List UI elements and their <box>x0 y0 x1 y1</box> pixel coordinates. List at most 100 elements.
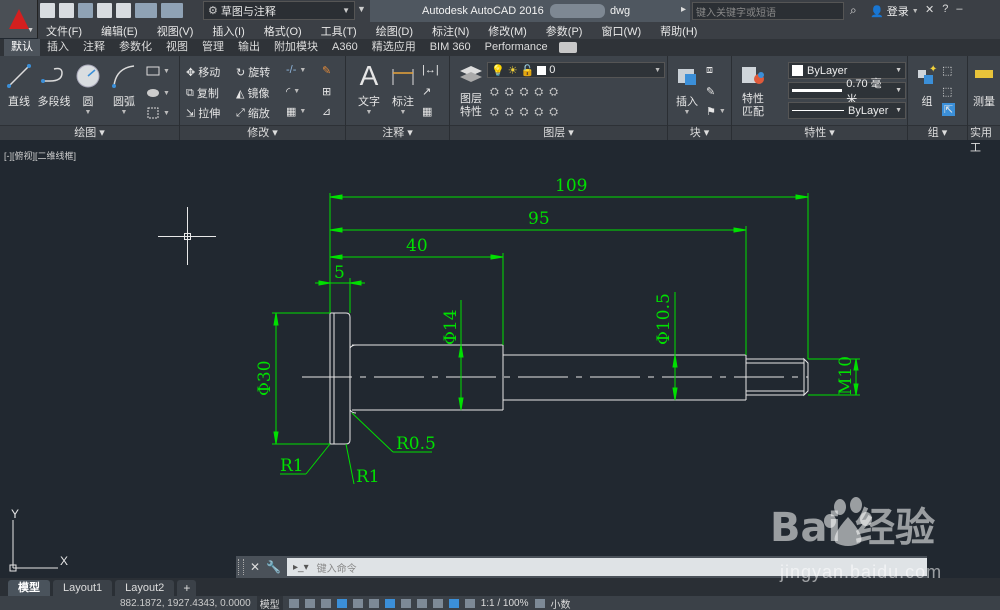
grid-icon[interactable] <box>288 598 299 608</box>
add-layout-button[interactable]: + <box>177 580 197 596</box>
tab-featured-apps[interactable]: 精选应用 <box>365 39 423 56</box>
panel-draw-title[interactable]: 绘图 ▾ <box>0 125 179 140</box>
layer-tools-row2[interactable]: ⛭⛭⛭⛭⛭ <box>490 106 564 119</box>
scale-button[interactable]: ⤢ 缩放 <box>236 105 270 121</box>
group-button[interactable]: ✦ 组 <box>908 62 946 109</box>
panel-utilities-title[interactable]: 实用工 <box>968 125 1000 154</box>
tab-model[interactable]: 模型 <box>8 580 50 596</box>
menu-draw[interactable]: 绘图(D) <box>376 23 413 39</box>
annotation-scale-value[interactable]: 1:1 / 100% <box>481 598 529 609</box>
wrench-icon[interactable]: 🔧 <box>266 560 281 574</box>
stretch-button[interactable]: ⇲ 拉伸 <box>186 105 220 121</box>
3d-osnap-icon[interactable] <box>432 598 443 608</box>
tab-a360[interactable]: A360 <box>325 39 365 56</box>
line-button[interactable]: 直线 <box>0 62 38 109</box>
lineweight-select[interactable]: 0.70 毫米 ▼ <box>788 78 906 106</box>
chevron-down-icon[interactable]: ▼ <box>400 109 407 116</box>
tab-layout1[interactable]: Layout1 <box>53 580 113 596</box>
help-search-input[interactable]: 键入关键字或短语 <box>692 2 844 20</box>
menu-file[interactable]: 文件(F) <box>46 23 82 39</box>
osnap-icon[interactable] <box>352 598 363 608</box>
offset-button[interactable]: ⊿ <box>322 105 331 118</box>
menu-insert[interactable]: 插入(I) <box>212 23 244 39</box>
menu-format[interactable]: 格式(O) <box>264 23 302 39</box>
redo-icon[interactable] <box>161 3 183 18</box>
tab-layout2[interactable]: Layout2 <box>115 580 175 596</box>
menu-view[interactable]: 视图(V) <box>157 23 194 39</box>
linear-dim-button[interactable]: |↔| <box>422 64 439 76</box>
arc-button[interactable]: 圆弧 ▼ <box>105 62 143 116</box>
tab-insert[interactable]: 插入 <box>40 39 76 56</box>
layer-select[interactable]: 💡 ☀ 🔓 0 ▼ <box>487 62 665 78</box>
chevron-down-icon[interactable]: ▼ <box>85 109 92 116</box>
measure-button[interactable]: 测量 <box>965 62 1000 109</box>
edit-block-button[interactable]: ✎ <box>706 85 715 98</box>
group-edit-button[interactable]: ⬚ <box>942 85 952 98</box>
hatch-button[interactable]: ▼ <box>146 86 170 100</box>
mirror-button[interactable]: ◭ 镜像 <box>236 85 269 101</box>
tab-performance[interactable]: Performance <box>478 39 555 56</box>
help-icon[interactable]: ? <box>942 3 948 16</box>
workspace-select[interactable]: ⚙ 草图与注释 ▼ <box>203 1 355 20</box>
ribbon-toggle-icon[interactable] <box>558 42 577 53</box>
tab-manage[interactable]: 管理 <box>195 39 231 56</box>
dimension-button[interactable]: 标注 ▼ <box>384 62 422 116</box>
copy-button[interactable]: ⧉ 复制 <box>186 85 219 101</box>
ungroup-button[interactable]: ⬚ <box>942 64 952 77</box>
annotation-monitor-icon[interactable] <box>448 598 459 608</box>
erase-button[interactable]: ✎ <box>322 64 331 77</box>
text-button[interactable]: A 文字 ▼ <box>350 60 388 116</box>
transparency-icon[interactable] <box>400 598 411 608</box>
tab-parametric[interactable]: 参数化 <box>112 39 159 56</box>
annotation-scale-icon[interactable] <box>464 598 475 608</box>
polar-icon[interactable] <box>336 598 347 608</box>
group-select-button[interactable]: ⇱ <box>942 103 956 116</box>
model-space-button[interactable]: 模型 <box>256 595 283 610</box>
leader-button[interactable]: ↗ <box>422 85 431 98</box>
close-icon[interactable]: ✕ <box>250 560 260 574</box>
menu-help[interactable]: 帮助(H) <box>660 23 697 39</box>
tab-bim360[interactable]: BIM 360 <box>423 39 478 56</box>
menu-edit[interactable]: 编辑(E) <box>101 23 138 39</box>
save-icon[interactable] <box>78 3 93 18</box>
menu-window[interactable]: 窗口(W) <box>601 23 641 39</box>
block-attr-button[interactable]: ⚑ ▼ <box>706 105 726 118</box>
insert-block-button[interactable]: 插入 ▼ <box>668 62 706 116</box>
layer-properties-button[interactable]: 图层 特性 <box>452 62 490 119</box>
panel-modify-title[interactable]: 修改 ▾ <box>180 125 345 140</box>
match-properties-button[interactable]: 特性 匹配 <box>734 62 772 119</box>
selection-cycling-icon[interactable] <box>416 598 427 608</box>
menu-tools[interactable]: 工具(T) <box>321 23 357 39</box>
print-icon[interactable] <box>116 3 131 18</box>
open-file-icon[interactable] <box>59 3 74 18</box>
explode-button[interactable]: ⊞ <box>322 85 331 98</box>
sign-in-button[interactable]: 👤 登录 ▼ <box>870 3 919 19</box>
tab-addins[interactable]: 附加模块 <box>267 39 325 56</box>
application-menu-button[interactable]: ▼ <box>0 0 38 38</box>
layer-tools-row1[interactable]: ⛭⛭⛭⛭⛭ <box>490 86 564 99</box>
drag-handle[interactable] <box>238 559 244 575</box>
chevron-down-icon[interactable]: ▼ <box>366 109 373 116</box>
table-button[interactable]: ▦ <box>422 105 432 118</box>
workspace-switch-icon[interactable] <box>534 598 545 608</box>
panel-block-title[interactable]: 块 ▾ <box>668 125 731 140</box>
circle-button[interactable]: 圆 ▼ <box>69 62 107 116</box>
chevron-down-icon[interactable]: ▼ <box>684 109 691 116</box>
tab-output[interactable]: 输出 <box>231 39 267 56</box>
search-expand-icon[interactable]: ▸ <box>681 4 686 15</box>
fillet-button[interactable]: ◜ ▼ <box>286 85 300 98</box>
exchange-icon[interactable]: ✕ <box>925 3 934 16</box>
minimize-icon[interactable]: – <box>956 3 962 16</box>
lineweight-toggle-icon[interactable] <box>384 598 395 608</box>
panel-properties-title[interactable]: 特性 ▾ <box>732 125 907 140</box>
rectangle-button[interactable]: ▼ <box>146 64 170 78</box>
otrack-icon[interactable] <box>368 598 379 608</box>
tab-default[interactable]: 默认 <box>4 39 40 56</box>
tab-annotate[interactable]: 注释 <box>76 39 112 56</box>
create-block-button[interactable]: ⧈ <box>706 64 713 77</box>
tab-view[interactable]: 视图 <box>159 39 195 56</box>
panel-layers-title[interactable]: 图层 ▾ <box>450 125 667 140</box>
units-value[interactable]: 小数 <box>551 596 571 610</box>
panel-annotation-title[interactable]: 注释 ▾ <box>346 125 449 140</box>
move-button[interactable]: ✥ 移动 <box>186 64 220 80</box>
